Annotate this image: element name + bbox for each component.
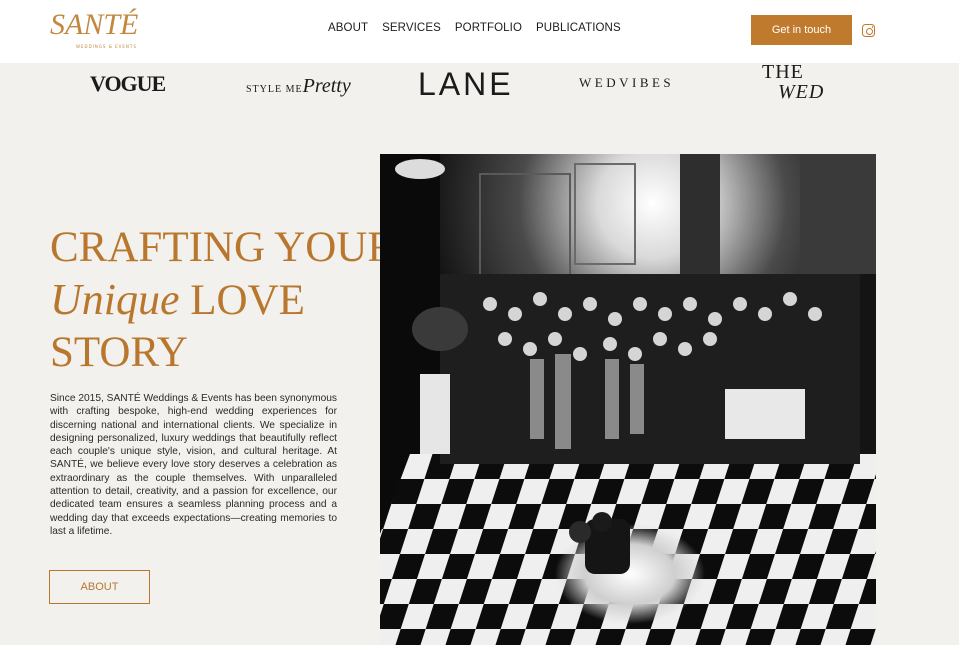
publication-logo-vogue: VOGUE [90,71,166,96]
hero-title-script: Unique [50,275,180,324]
brand-logo[interactable]: SANTÉ WEDDINGS & EVENTS [50,8,150,54]
publication-logo-style-me-pretty: STYLE MEPretty [246,75,351,98]
publication-logo-the-wed: THE WED [762,62,824,102]
hero-title-line1: CRAFTING YOUR [50,224,397,271]
nav-link-services[interactable]: SERVICES [382,22,441,34]
hero-title-love: LOVE [179,277,305,324]
publications-strip: VOGUE STYLE MEPretty LANE WEDVIBES THE WE… [0,62,959,108]
site-header: SANTÉ WEDDINGS & EVENTS ABOUT SERVICES P… [0,0,959,63]
get-in-touch-button[interactable]: Get in touch [751,15,852,45]
hero-photo [380,154,876,645]
smp-text: STYLE ME [246,84,303,95]
logo-subtext: WEDDINGS & EVENTS [76,44,137,49]
nav-link-publications[interactable]: PUBLICATIONS [536,22,621,34]
publication-logo-lane: LANE [418,66,514,102]
thewed-top: THE [762,61,804,83]
logo-wordmark: SANTÉ [50,8,139,41]
nav-link-portfolio[interactable]: PORTFOLIO [455,22,522,34]
about-button[interactable]: ABOUT [49,570,150,604]
thewed-bottom: WED [778,81,825,103]
publication-logo-wedvibes: WEDVIBES [579,75,675,90]
nav-link-about[interactable]: ABOUT [328,22,368,34]
hero-title: CRAFTING YOUR Unique LOVE STORY [50,222,410,379]
smp-script: Pretty [302,75,351,97]
hero-title-line3: STORY [50,329,188,376]
instagram-icon[interactable] [862,24,875,37]
hero-title-line2: Unique LOVE [50,274,410,327]
hero-description: Since 2015, SANTÉ Weddings & Events has … [50,393,337,537]
main-nav: ABOUT SERVICES PORTFOLIO PUBLICATIONS [328,22,621,34]
wedding-dance-photo [380,154,876,645]
